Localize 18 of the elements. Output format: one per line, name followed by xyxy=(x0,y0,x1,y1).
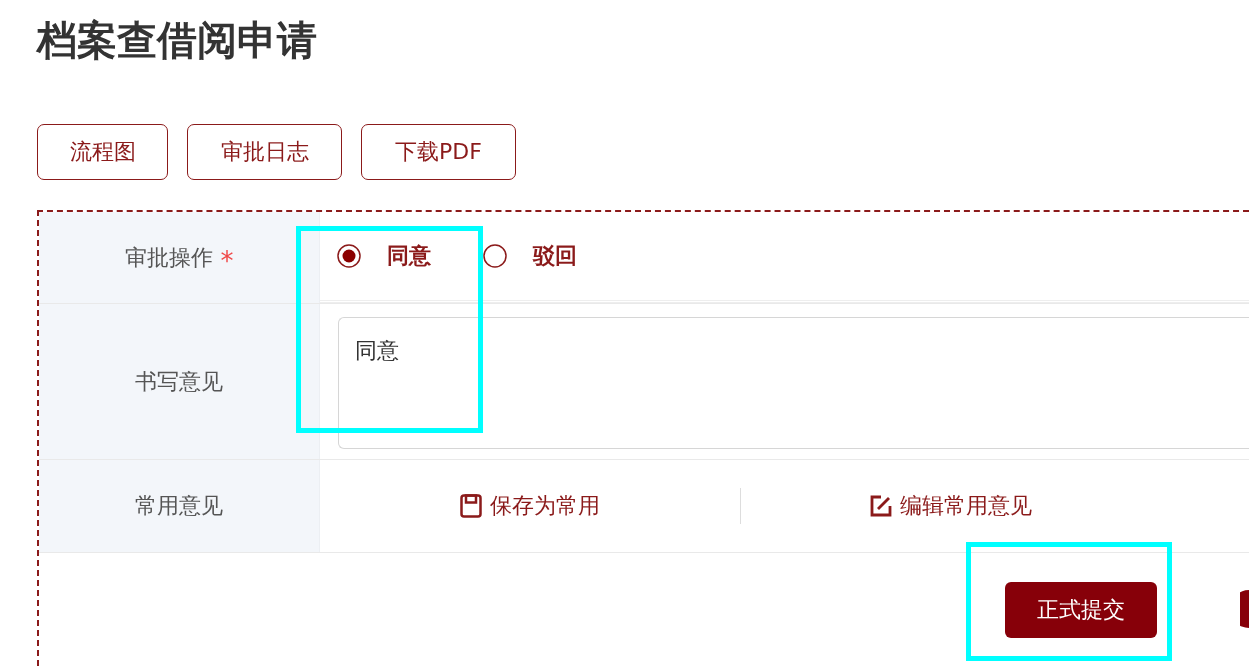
toolbar-button[interactable]: 下载PDF xyxy=(361,124,516,180)
submit-button[interactable]: 正式提交 xyxy=(1005,582,1157,638)
edit-link[interactable]: 编辑常用意见 xyxy=(870,491,1032,521)
toolbar-button[interactable]: 审批日志 xyxy=(187,124,342,180)
cut-off-button-edge[interactable] xyxy=(1240,590,1249,628)
save-link[interactable]: 保存为常用 xyxy=(460,491,600,521)
opinion-textarea[interactable]: 同意 xyxy=(338,317,1249,449)
radio-option[interactable]: 驳回 xyxy=(483,241,577,271)
required-mark: * xyxy=(220,247,234,274)
edit-icon xyxy=(870,495,892,517)
radio-icon[interactable] xyxy=(337,244,361,268)
radio-option[interactable]: 同意 xyxy=(337,241,431,271)
form-label: 常用意见 xyxy=(135,492,223,520)
radio-icon[interactable] xyxy=(483,244,507,268)
form-label: 审批操作 xyxy=(124,243,213,272)
form-label: 书写意见 xyxy=(135,367,223,396)
page-title: 档案查借阅申请 xyxy=(37,16,318,64)
toolbar-button[interactable]: 流程图 xyxy=(37,124,168,180)
